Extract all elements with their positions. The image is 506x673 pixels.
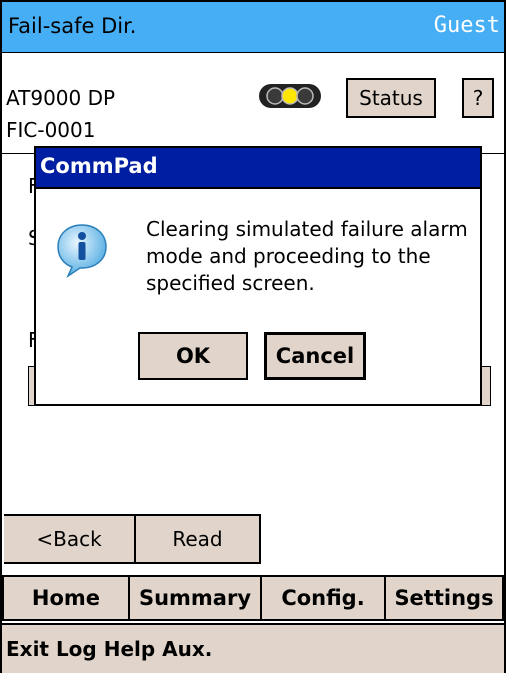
- cancel-button[interactable]: Cancel: [264, 332, 366, 380]
- ok-button[interactable]: OK: [138, 332, 248, 380]
- status-button[interactable]: Status: [346, 78, 436, 118]
- info-icon: [57, 224, 107, 278]
- back-button[interactable]: <Back: [4, 514, 136, 564]
- dialog-message: Clearing simulated failure alarm mode an…: [146, 217, 468, 295]
- screen-title: Fail-safe Dir.: [8, 14, 137, 38]
- device-tag: FIC-0001: [6, 118, 96, 142]
- tab-settings[interactable]: Settings: [384, 575, 504, 621]
- communication-indicator-icon: [259, 84, 321, 108]
- menu-bar: Exit Log Help Aux.: [2, 623, 504, 673]
- tab-summary[interactable]: Summary: [128, 575, 262, 621]
- menu-bar-items[interactable]: Exit Log Help Aux.: [6, 637, 212, 661]
- dialog-title: CommPad: [40, 154, 158, 178]
- read-button[interactable]: Read: [134, 514, 261, 564]
- user-label: Guest: [433, 13, 500, 38]
- commpad-dialog: CommPad Clearing simulated failure alarm…: [34, 146, 482, 406]
- help-button[interactable]: ?: [462, 78, 494, 118]
- title-bar: Fail-safe Dir. Guest: [2, 2, 504, 53]
- tab-home[interactable]: Home: [2, 575, 130, 621]
- app-window: Fail-safe Dir. Guest AT9000 DP FIC-0001 …: [0, 0, 506, 673]
- dialog-title-bar: CommPad: [36, 148, 480, 189]
- tab-config[interactable]: Config.: [260, 575, 386, 621]
- device-model: AT9000 DP: [6, 86, 116, 110]
